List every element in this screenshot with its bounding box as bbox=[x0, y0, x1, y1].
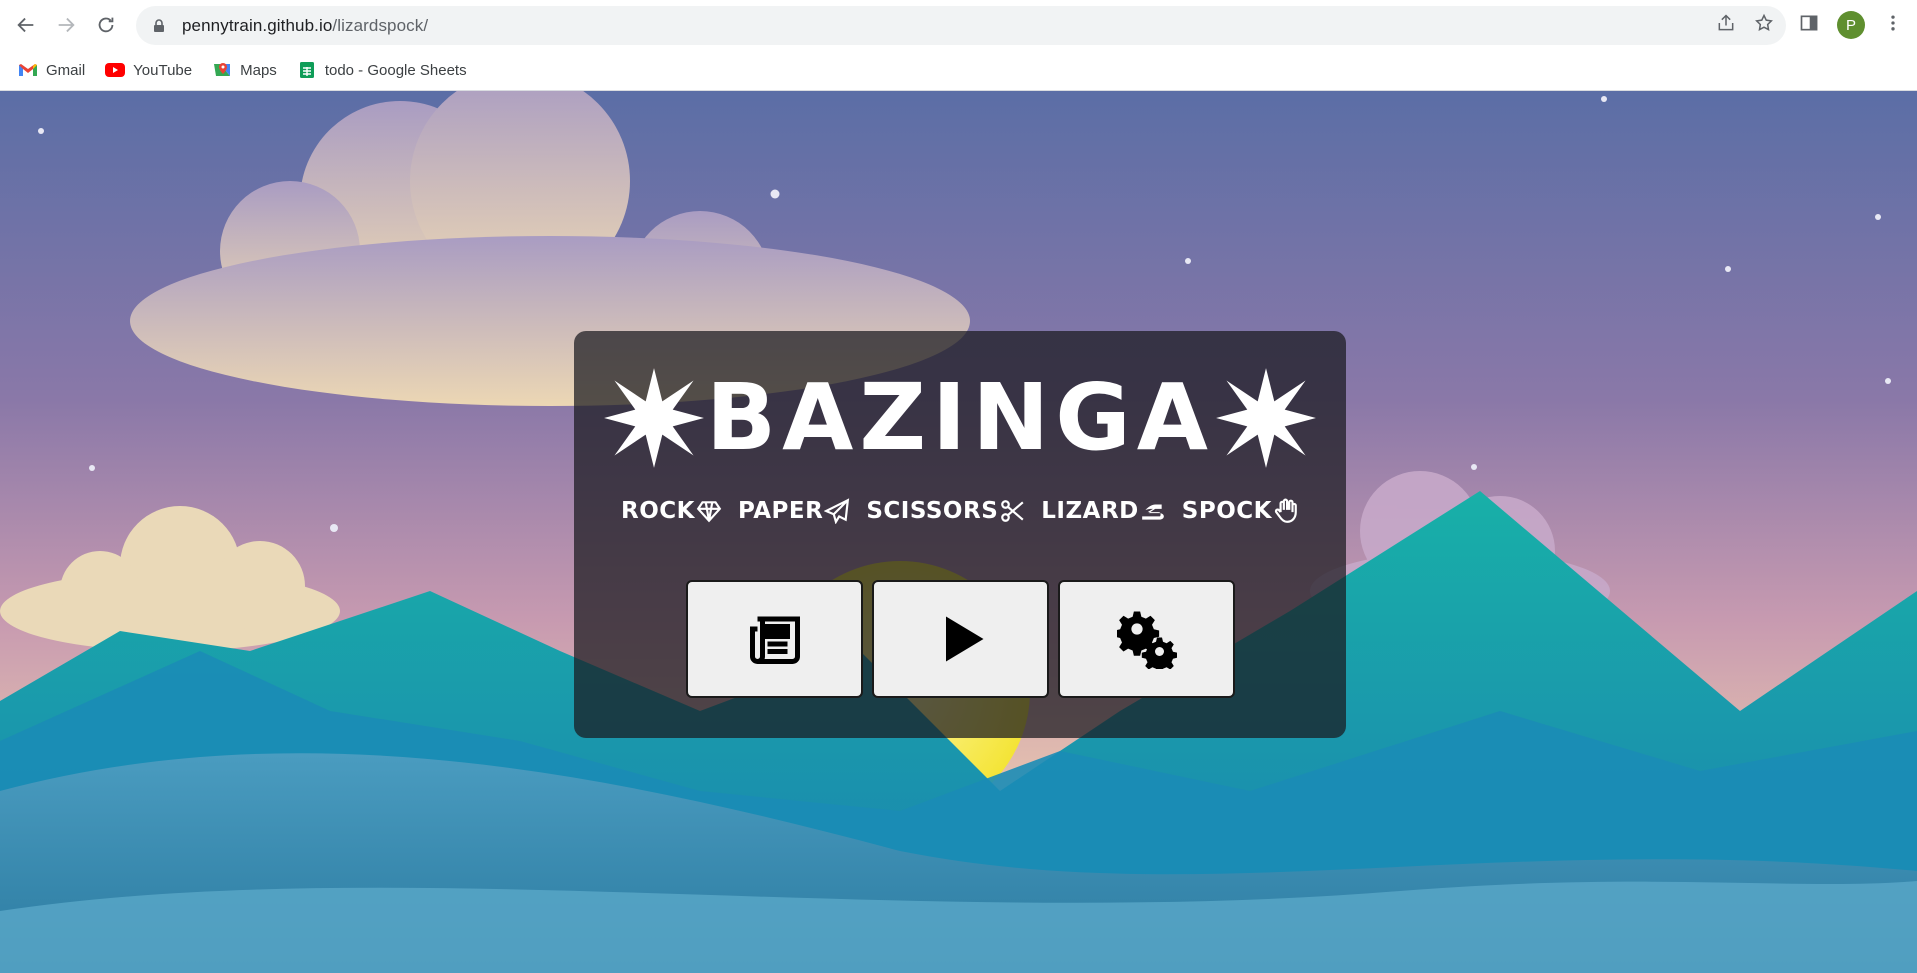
settings-button[interactable] bbox=[1058, 580, 1235, 698]
game-title: BAZINGA bbox=[706, 364, 1214, 471]
gem-icon bbox=[696, 501, 722, 523]
lizard-icon bbox=[1141, 504, 1164, 520]
maps-icon bbox=[214, 63, 231, 76]
choice-scissors: SCISSORS bbox=[866, 498, 1025, 524]
title-row: BAZINGA bbox=[574, 363, 1346, 473]
url-text: pennytrain.github.io/lizardspock/ bbox=[182, 15, 429, 35]
newspaper-icon bbox=[749, 616, 800, 664]
bookmark-gmail[interactable]: Gmail bbox=[18, 62, 85, 79]
sheets-icon bbox=[299, 62, 314, 78]
reload-icon[interactable] bbox=[86, 5, 126, 45]
browser-toolbar: pennytrain.github.io/lizardspock/ P bbox=[0, 0, 1917, 50]
choice-paper: PAPER bbox=[738, 498, 850, 524]
starburst-left-icon bbox=[602, 366, 706, 470]
choice-rock: ROCK bbox=[621, 498, 722, 524]
game-menu-panel: BAZINGA ROCK PAPER SCISSORS LIZARD SPOCK bbox=[574, 331, 1346, 738]
choice-spock: SPOCK bbox=[1182, 498, 1299, 524]
paper-plane-icon bbox=[824, 498, 850, 524]
menu-buttons bbox=[686, 580, 1235, 698]
bookmarks-bar: Gmail YouTube Maps todo - Google Sheets bbox=[0, 50, 1917, 91]
choices-subtitle: ROCK PAPER SCISSORS LIZARD SPOCK bbox=[574, 491, 1346, 531]
profile-avatar[interactable]: P bbox=[1837, 11, 1865, 39]
spock-hand-icon bbox=[1274, 498, 1297, 523]
play-button[interactable] bbox=[872, 580, 1049, 698]
address-bar[interactable]: pennytrain.github.io/lizardspock/ bbox=[136, 6, 1786, 45]
side-panel-icon[interactable] bbox=[1799, 13, 1819, 38]
play-icon bbox=[945, 616, 983, 662]
bookmark-star-icon[interactable] bbox=[1754, 13, 1774, 38]
scissors-icon bbox=[1001, 500, 1024, 522]
choice-lizard: LIZARD bbox=[1041, 498, 1166, 524]
back-icon[interactable] bbox=[6, 5, 46, 45]
gmail-icon bbox=[19, 64, 37, 76]
bookmark-youtube[interactable]: YouTube bbox=[105, 62, 192, 79]
gears-icon bbox=[1116, 611, 1177, 669]
bookmark-maps[interactable]: Maps bbox=[212, 62, 277, 79]
menu-kebab-icon[interactable] bbox=[1883, 13, 1903, 38]
forward-icon[interactable] bbox=[46, 5, 86, 45]
bookmark-todo-sheets[interactable]: todo - Google Sheets bbox=[297, 62, 467, 79]
lock-icon bbox=[152, 18, 166, 33]
youtube-icon bbox=[105, 63, 126, 77]
share-icon[interactable] bbox=[1716, 13, 1736, 38]
starburst-right-icon bbox=[1214, 366, 1318, 470]
rules-button[interactable] bbox=[686, 580, 863, 698]
page-viewport: BAZINGA ROCK PAPER SCISSORS LIZARD SPOCK bbox=[0, 91, 1917, 973]
